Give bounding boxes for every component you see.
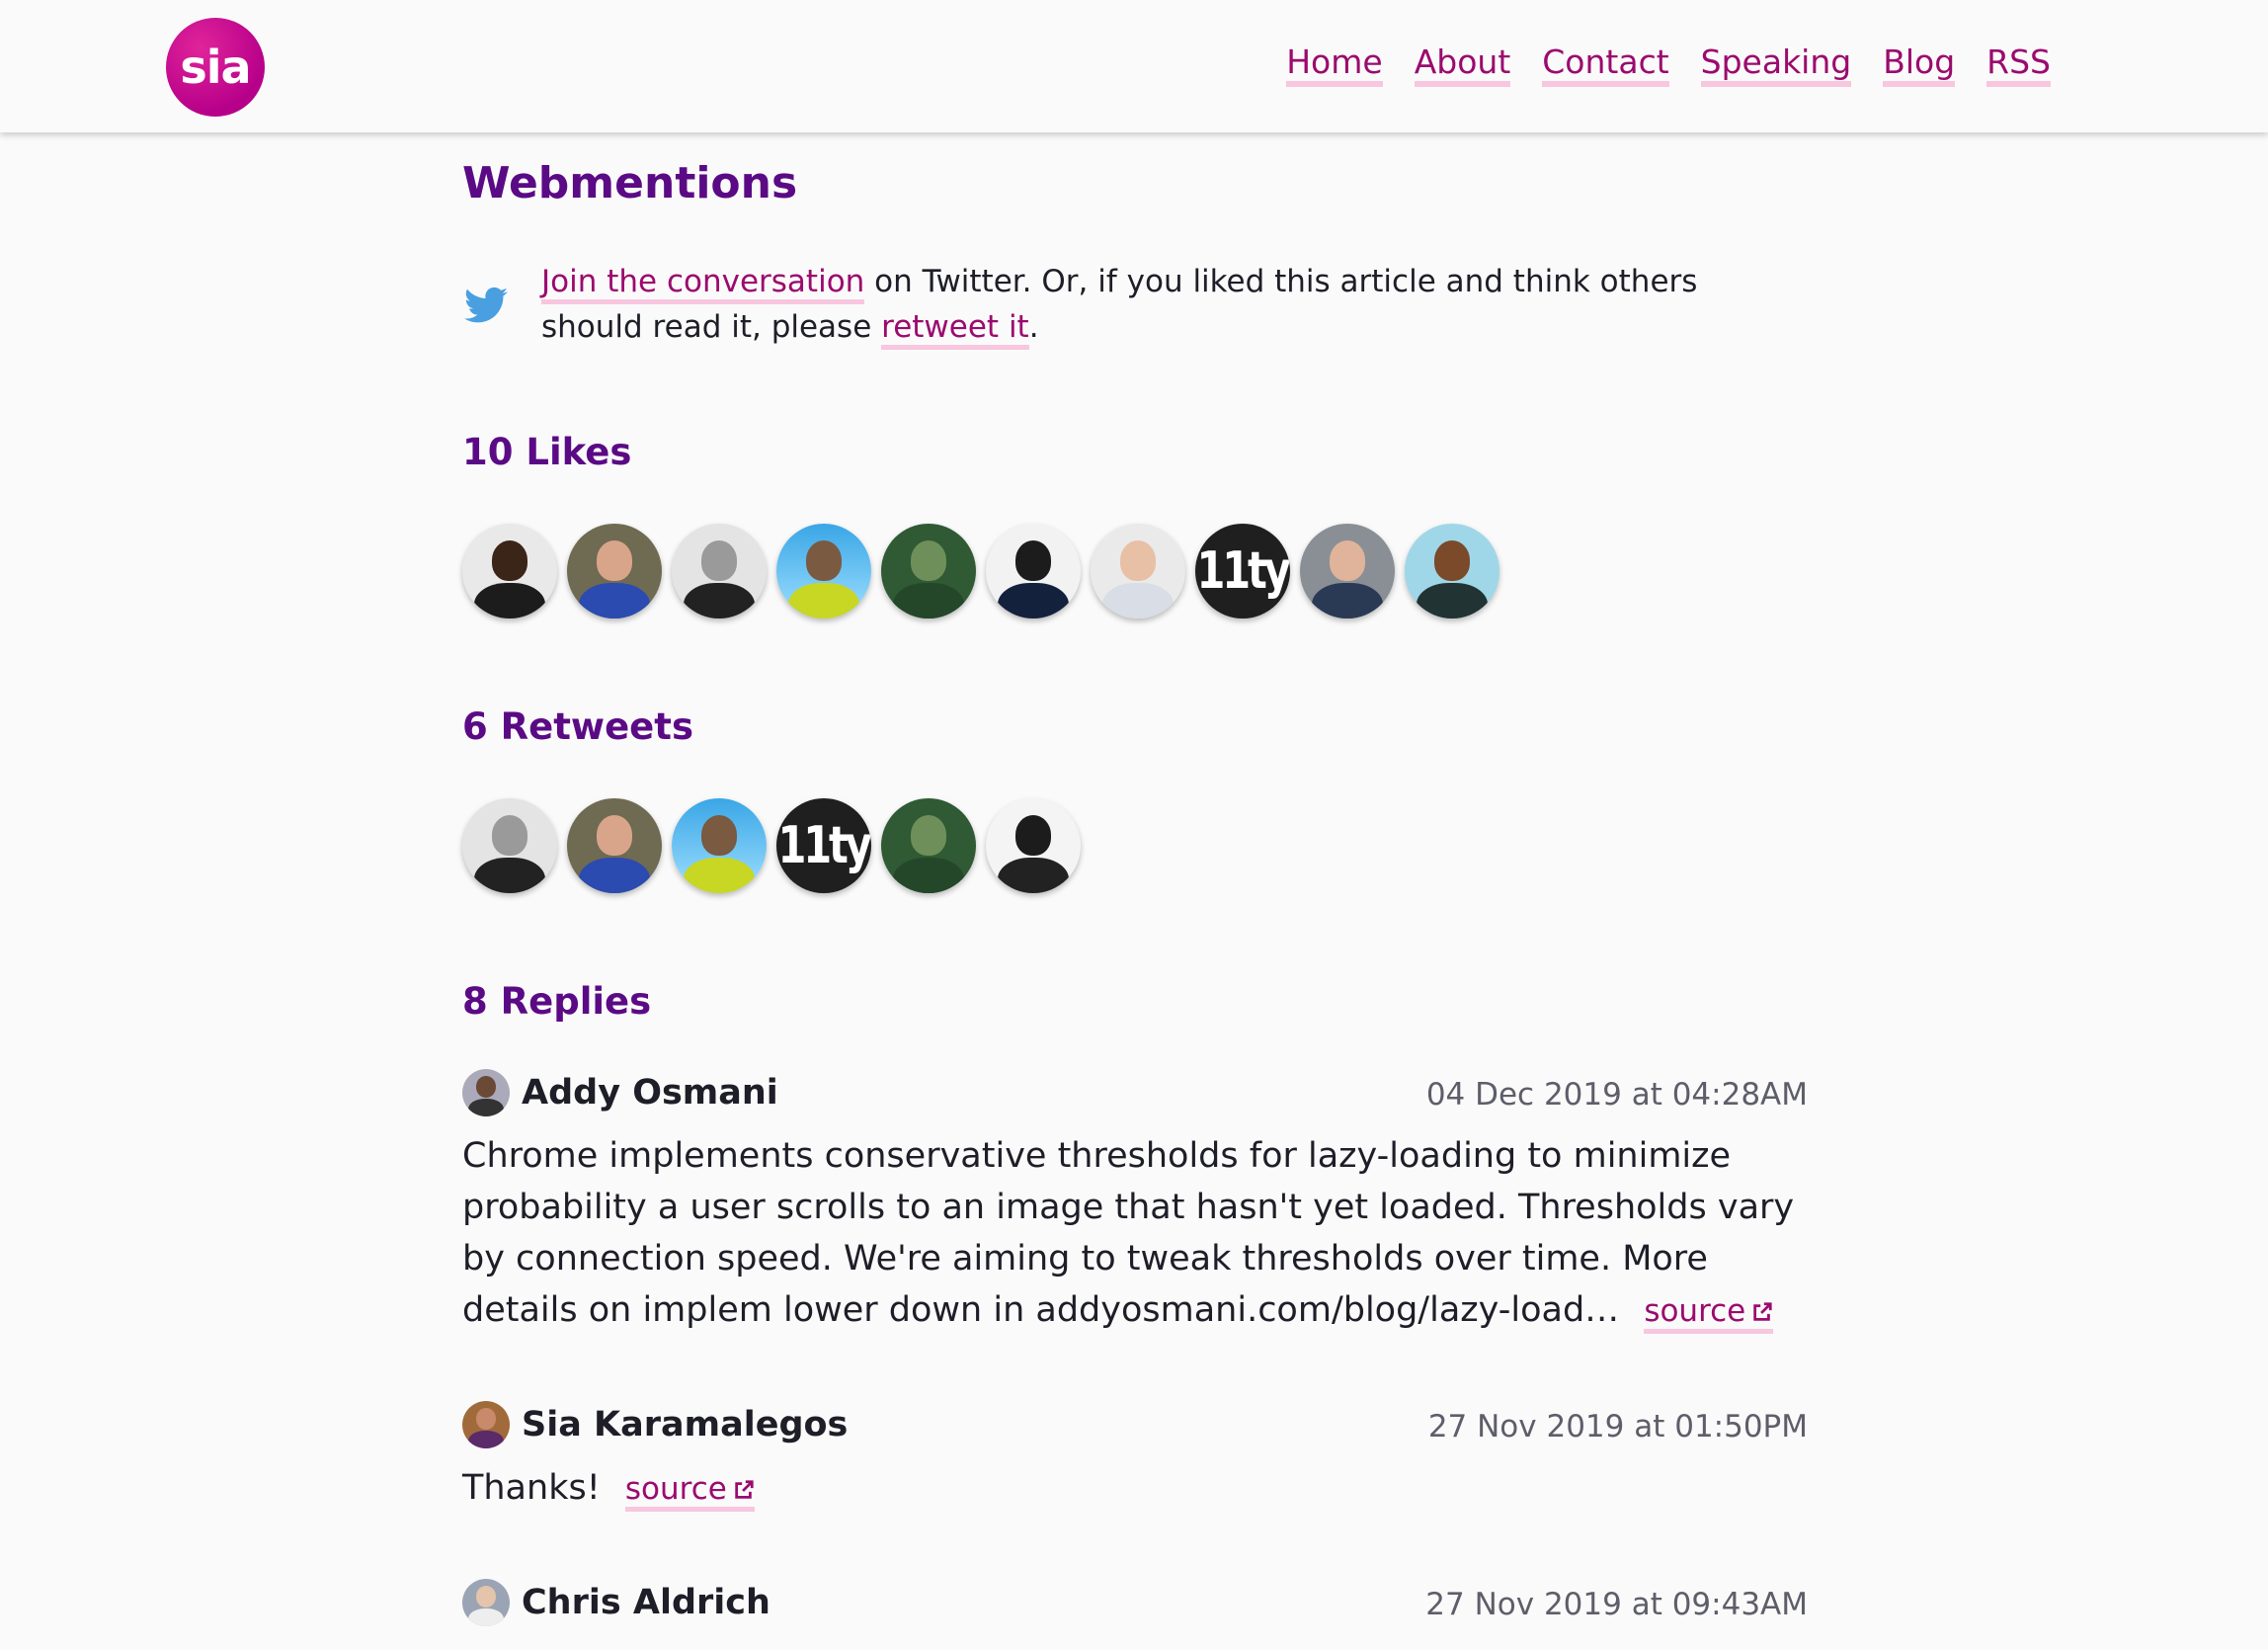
reply-date: 27 Nov 2019 at 01:50PM (1427, 1409, 1808, 1444)
avatar[interactable] (672, 524, 767, 619)
nav-contact-link[interactable]: Contact (1542, 45, 1669, 87)
avatar[interactable] (1091, 524, 1185, 619)
reply-text: Thanks! source (462, 1462, 1808, 1515)
reply-content: Chrome implements conservative threshold… (462, 1136, 1795, 1330)
reply-content: Thanks! (462, 1468, 601, 1508)
avatar[interactable] (462, 1401, 510, 1448)
twitter-intro: Join the conversation on Twitter. Or, if… (462, 259, 1746, 350)
avatar[interactable] (776, 524, 871, 619)
avatar[interactable] (462, 1579, 510, 1626)
reply-item: Sia Karamalegos 27 Nov 2019 at 01:50PM T… (462, 1401, 1808, 1515)
reply-author-name[interactable]: Addy Osmani (522, 1073, 778, 1113)
main-nav: Home About Contact Speaking Blog RSS (1286, 45, 2051, 87)
nav-blog-link[interactable]: Blog (1883, 45, 1956, 87)
reply-item: Chris Aldrich 27 Nov 2019 at 09:43AM (462, 1579, 1808, 1626)
eleventy-logo-avatar[interactable]: 11ty (776, 798, 871, 893)
avatar[interactable] (986, 524, 1081, 619)
avatar[interactable] (1300, 524, 1395, 619)
likes-heading: 10 Likes (462, 431, 632, 473)
external-link-icon (1753, 1302, 1772, 1321)
retweets-avatars: 11ty (462, 798, 1081, 893)
twitter-icon (464, 287, 508, 323)
avatar[interactable] (881, 524, 976, 619)
nav-speaking-link[interactable]: Speaking (1700, 45, 1852, 87)
avatar[interactable] (462, 798, 557, 893)
avatar[interactable] (567, 524, 662, 619)
join-conversation-link[interactable]: Join the conversation (541, 264, 865, 304)
avatar[interactable] (462, 1069, 510, 1116)
nav-home-link[interactable]: Home (1286, 45, 1383, 87)
retweets-heading: 6 Retweets (462, 705, 693, 748)
nav-about-link[interactable]: About (1414, 45, 1511, 87)
reply-source-link[interactable]: source (1644, 1293, 1774, 1334)
nav-rss-link[interactable]: RSS (1986, 45, 2051, 87)
external-link-icon (735, 1480, 754, 1499)
replies-heading: 8 Replies (462, 980, 652, 1023)
reply-text: Chrome implements conservative threshold… (462, 1130, 1808, 1337)
reply-author-name[interactable]: Sia Karamalegos (522, 1405, 848, 1444)
avatar[interactable] (462, 524, 557, 619)
avatar[interactable] (1405, 524, 1499, 619)
avatar[interactable] (672, 798, 767, 893)
avatar[interactable] (567, 798, 662, 893)
site-logo[interactable]: sia (166, 18, 265, 117)
reply-date: 04 Dec 2019 at 04:28AM (1425, 1077, 1808, 1113)
avatar[interactable] (881, 798, 976, 893)
reply-author-name[interactable]: Chris Aldrich (522, 1583, 770, 1622)
reply-date: 27 Nov 2019 at 09:43AM (1425, 1587, 1808, 1622)
avatar[interactable] (986, 798, 1081, 893)
eleventy-logo-avatar[interactable]: 11ty (1195, 524, 1290, 619)
likes-avatars: 11ty (462, 524, 1499, 619)
reply-item: Addy Osmani 04 Dec 2019 at 04:28AM Chrom… (462, 1069, 1808, 1337)
retweet-link[interactable]: retweet it (881, 309, 1029, 350)
intro-text-part2: . (1028, 309, 1039, 345)
reply-source-link[interactable]: source (624, 1471, 755, 1512)
intro-text: Join the conversation on Twitter. Or, if… (541, 259, 1746, 350)
page-title: Webmentions (462, 158, 798, 208)
site-header: sia Home About Contact Speaking Blog RSS (0, 0, 2268, 132)
